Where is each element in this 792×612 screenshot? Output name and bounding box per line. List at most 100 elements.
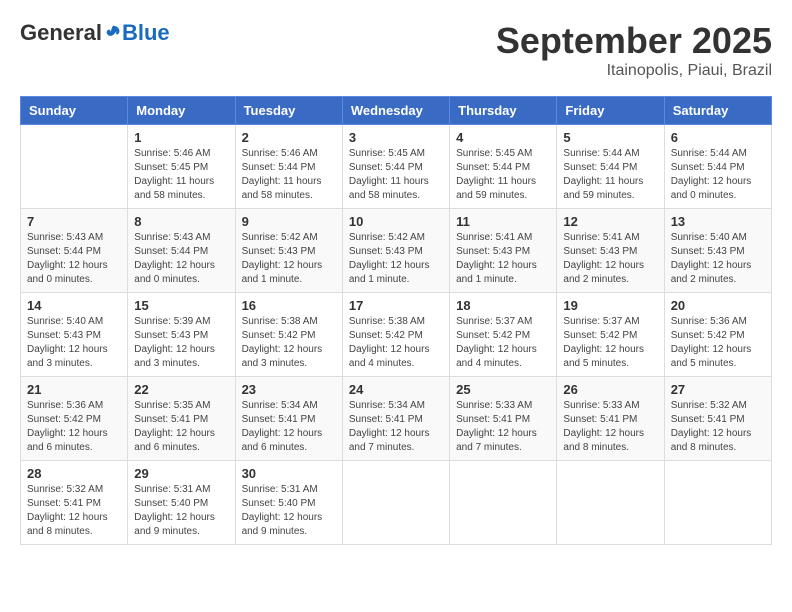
calendar-day-cell: 9 Sunrise: 5:42 AMSunset: 5:43 PMDaylight… <box>235 209 342 293</box>
day-info: Sunrise: 5:43 AMSunset: 5:44 PMDaylight:… <box>27 231 121 287</box>
calendar-day-cell: 1 Sunrise: 5:46 AMSunset: 5:45 PMDaylight… <box>128 125 235 209</box>
calendar-body: 1 Sunrise: 5:46 AMSunset: 5:45 PMDaylight… <box>21 125 772 545</box>
calendar-weekday-header: Friday <box>557 97 664 125</box>
day-number: 8 <box>134 214 228 229</box>
location-subtitle: Itainopolis, Piaui, Brazil <box>496 62 772 80</box>
calendar-day-cell: 12Sunrise: 5:41 AMSunset: 5:43 PMDayligh… <box>557 209 664 293</box>
calendar-header-row: SundayMondayTuesdayWednesdayThursdayFrid… <box>21 97 772 125</box>
logo: General Blue <box>20 20 170 46</box>
calendar-day-cell: 8 Sunrise: 5:43 AMSunset: 5:44 PMDaylight… <box>128 209 235 293</box>
calendar-day-cell: 21Sunrise: 5:36 AMSunset: 5:42 PMDayligh… <box>21 377 128 461</box>
day-info: Sunrise: 5:34 AMSunset: 5:41 PMDaylight:… <box>349 399 443 455</box>
day-info: Sunrise: 5:39 AMSunset: 5:43 PMDaylight:… <box>134 315 228 371</box>
calendar-day-cell: 19 Sunrise: 5:37 AMSunset: 5:42 PMDayligh… <box>557 293 664 377</box>
day-info: Sunrise: 5:34 AMSunset: 5:41 PMDaylight:… <box>242 399 336 455</box>
day-number: 13 <box>671 214 765 229</box>
day-info: Sunrise: 5:32 AMSunset: 5:41 PMDaylight:… <box>671 399 765 455</box>
day-number: 7 <box>27 214 121 229</box>
day-number: 30 <box>242 466 336 481</box>
day-number: 19 <box>563 298 657 313</box>
calendar-weekday-header: Monday <box>128 97 235 125</box>
day-info: Sunrise: 5:46 AMSunset: 5:45 PMDaylight:… <box>134 147 228 203</box>
day-number: 27 <box>671 382 765 397</box>
calendar-weekday-header: Saturday <box>664 97 771 125</box>
day-info: Sunrise: 5:31 AMSunset: 5:40 PMDaylight:… <box>134 483 228 539</box>
day-info: Sunrise: 5:31 AMSunset: 5:40 PMDaylight:… <box>242 483 336 539</box>
day-number: 25 <box>456 382 550 397</box>
day-number: 6 <box>671 130 765 145</box>
calendar-day-cell: 20 Sunrise: 5:36 AMSunset: 5:42 PMDayligh… <box>664 293 771 377</box>
calendar-day-cell: 17Sunrise: 5:38 AMSunset: 5:42 PMDayligh… <box>342 293 449 377</box>
day-info: Sunrise: 5:36 AMSunset: 5:42 PMDaylight:… <box>671 315 765 371</box>
calendar-day-cell: 30 Sunrise: 5:31 AMSunset: 5:40 PMDayligh… <box>235 461 342 545</box>
calendar-day-cell: 7 Sunrise: 5:43 AMSunset: 5:44 PMDaylight… <box>21 209 128 293</box>
day-number: 22 <box>134 382 228 397</box>
calendar-day-cell: 23 Sunrise: 5:34 AMSunset: 5:41 PMDayligh… <box>235 377 342 461</box>
calendar-day-cell <box>557 461 664 545</box>
calendar-day-cell: 18 Sunrise: 5:37 AMSunset: 5:42 PMDayligh… <box>450 293 557 377</box>
day-info: Sunrise: 5:33 AMSunset: 5:41 PMDaylight:… <box>563 399 657 455</box>
day-number: 15 <box>134 298 228 313</box>
calendar-day-cell: 25Sunrise: 5:33 AMSunset: 5:41 PMDayligh… <box>450 377 557 461</box>
calendar-week-row: 28 Sunrise: 5:32 AMSunset: 5:41 PMDayligh… <box>21 461 772 545</box>
day-number: 28 <box>27 466 121 481</box>
calendar-week-row: 1 Sunrise: 5:46 AMSunset: 5:45 PMDaylight… <box>21 125 772 209</box>
day-number: 29 <box>134 466 228 481</box>
calendar-day-cell: 22 Sunrise: 5:35 AMSunset: 5:41 PMDayligh… <box>128 377 235 461</box>
day-info: Sunrise: 5:37 AMSunset: 5:42 PMDaylight:… <box>563 315 657 371</box>
calendar-weekday-header: Wednesday <box>342 97 449 125</box>
calendar-weekday-header: Tuesday <box>235 97 342 125</box>
day-info: Sunrise: 5:42 AMSunset: 5:43 PMDaylight:… <box>349 231 443 287</box>
calendar-day-cell: 13 Sunrise: 5:40 AMSunset: 5:43 PMDayligh… <box>664 209 771 293</box>
calendar-day-cell <box>450 461 557 545</box>
day-info: Sunrise: 5:45 AMSunset: 5:44 PMDaylight:… <box>456 147 550 203</box>
day-number: 10 <box>349 214 443 229</box>
calendar-day-cell: 26Sunrise: 5:33 AMSunset: 5:41 PMDayligh… <box>557 377 664 461</box>
day-info: Sunrise: 5:40 AMSunset: 5:43 PMDaylight:… <box>671 231 765 287</box>
month-title: September 2025 <box>496 20 772 62</box>
calendar-day-cell <box>21 125 128 209</box>
calendar-day-cell: 15 Sunrise: 5:39 AMSunset: 5:43 PMDayligh… <box>128 293 235 377</box>
calendar-day-cell: 6 Sunrise: 5:44 AMSunset: 5:44 PMDaylight… <box>664 125 771 209</box>
day-number: 16 <box>242 298 336 313</box>
calendar-day-cell <box>664 461 771 545</box>
day-number: 5 <box>563 130 657 145</box>
calendar-day-cell: 10 Sunrise: 5:42 AMSunset: 5:43 PMDayligh… <box>342 209 449 293</box>
calendar-week-row: 14 Sunrise: 5:40 AMSunset: 5:43 PMDayligh… <box>21 293 772 377</box>
day-number: 4 <box>456 130 550 145</box>
day-number: 17 <box>349 298 443 313</box>
day-info: Sunrise: 5:40 AMSunset: 5:43 PMDaylight:… <box>27 315 121 371</box>
calendar-day-cell: 28 Sunrise: 5:32 AMSunset: 5:41 PMDayligh… <box>21 461 128 545</box>
day-number: 1 <box>134 130 228 145</box>
day-number: 14 <box>27 298 121 313</box>
day-info: Sunrise: 5:43 AMSunset: 5:44 PMDaylight:… <box>134 231 228 287</box>
day-info: Sunrise: 5:46 AMSunset: 5:44 PMDaylight:… <box>242 147 336 203</box>
calendar-week-row: 21Sunrise: 5:36 AMSunset: 5:42 PMDayligh… <box>21 377 772 461</box>
calendar-day-cell <box>342 461 449 545</box>
day-info: Sunrise: 5:38 AMSunset: 5:42 PMDaylight:… <box>242 315 336 371</box>
calendar-day-cell: 2 Sunrise: 5:46 AMSunset: 5:44 PMDaylight… <box>235 125 342 209</box>
day-number: 2 <box>242 130 336 145</box>
logo-general-text: General <box>20 20 102 46</box>
day-info: Sunrise: 5:37 AMSunset: 5:42 PMDaylight:… <box>456 315 550 371</box>
logo-blue-text: Blue <box>122 20 170 46</box>
day-number: 18 <box>456 298 550 313</box>
day-info: Sunrise: 5:41 AMSunset: 5:43 PMDaylight:… <box>456 231 550 287</box>
calendar-week-row: 7 Sunrise: 5:43 AMSunset: 5:44 PMDaylight… <box>21 209 772 293</box>
header: General Blue September 2025 Itainopolis,… <box>20 20 772 80</box>
logo-bird-icon <box>104 24 122 42</box>
day-info: Sunrise: 5:44 AMSunset: 5:44 PMDaylight:… <box>671 147 765 203</box>
day-info: Sunrise: 5:32 AMSunset: 5:41 PMDaylight:… <box>27 483 121 539</box>
calendar-weekday-header: Sunday <box>21 97 128 125</box>
day-number: 20 <box>671 298 765 313</box>
day-number: 9 <box>242 214 336 229</box>
calendar-day-cell: 27 Sunrise: 5:32 AMSunset: 5:41 PMDayligh… <box>664 377 771 461</box>
day-number: 23 <box>242 382 336 397</box>
calendar-day-cell: 24Sunrise: 5:34 AMSunset: 5:41 PMDayligh… <box>342 377 449 461</box>
day-info: Sunrise: 5:42 AMSunset: 5:43 PMDaylight:… <box>242 231 336 287</box>
day-number: 21 <box>27 382 121 397</box>
day-info: Sunrise: 5:35 AMSunset: 5:41 PMDaylight:… <box>134 399 228 455</box>
calendar-day-cell: 4 Sunrise: 5:45 AMSunset: 5:44 PMDaylight… <box>450 125 557 209</box>
calendar-day-cell: 16 Sunrise: 5:38 AMSunset: 5:42 PMDayligh… <box>235 293 342 377</box>
day-number: 3 <box>349 130 443 145</box>
